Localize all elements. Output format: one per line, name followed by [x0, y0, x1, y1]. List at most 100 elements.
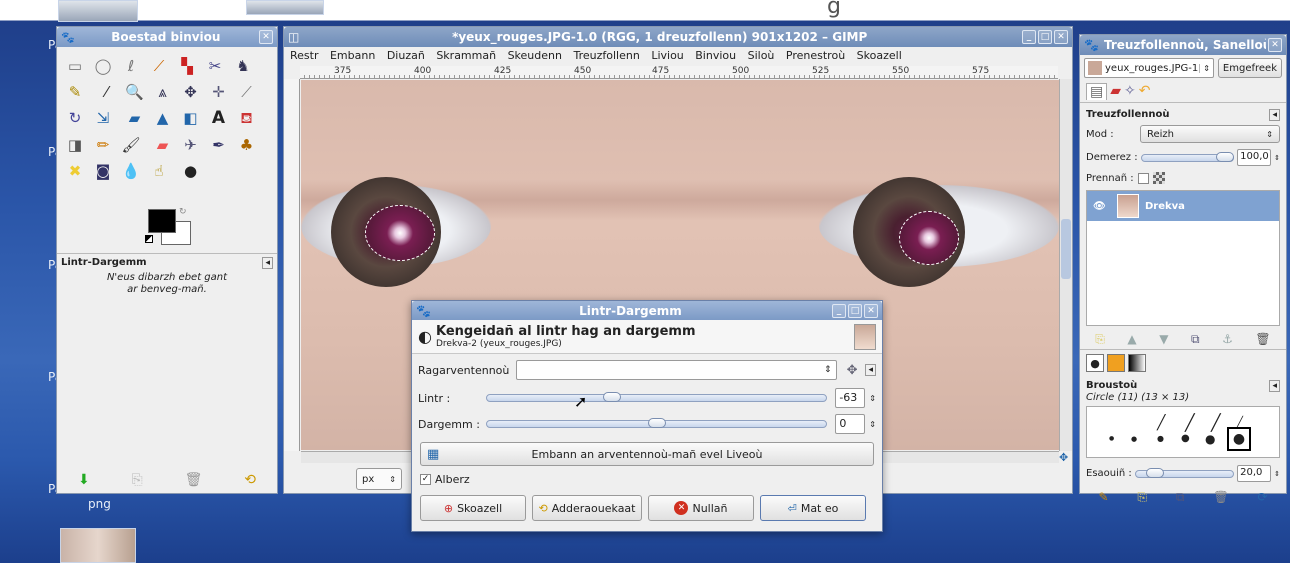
- spacing-input[interactable]: 20,0: [1237, 465, 1272, 482]
- close-icon[interactable]: ✕: [864, 303, 878, 318]
- brightness-slider[interactable]: [485, 392, 828, 402]
- blur-icon[interactable]: 💧: [121, 162, 141, 180]
- spin-icon[interactable]: ⇕: [1274, 154, 1280, 162]
- desktop-thumbnail[interactable]: [60, 528, 136, 563]
- vertical-scrollbar[interactable]: [1059, 79, 1072, 451]
- foreground-select-icon[interactable]: ♞: [233, 57, 253, 75]
- swap-colors-icon[interactable]: ↻: [179, 207, 187, 217]
- unit-select[interactable]: px ⇕: [356, 468, 402, 490]
- tab-layers[interactable]: ▤: [1086, 83, 1108, 100]
- navigate-icon[interactable]: ✥: [1059, 451, 1068, 464]
- contrast-input[interactable]: 0: [835, 414, 866, 434]
- text-icon[interactable]: A: [209, 108, 229, 128]
- menu-windows[interactable]: Prenestroù: [786, 49, 845, 62]
- brush-swatch[interactable]: ●: [1157, 434, 1164, 443]
- brightness-knob[interactable]: [603, 392, 622, 402]
- cancel-button[interactable]: ✕ Nullañ: [648, 495, 754, 521]
- spin-icon[interactable]: ⇕: [869, 420, 876, 429]
- brush-swatch-selected[interactable]: ●: [1227, 427, 1251, 451]
- opacity-knob[interactable]: [1216, 151, 1235, 162]
- mode-select[interactable]: Reizh ⇕: [1140, 125, 1280, 143]
- reset-options-icon[interactable]: ⟲: [244, 472, 256, 488]
- rotate-icon[interactable]: ↻: [65, 109, 85, 127]
- horizontal-ruler[interactable]: 375 400 425 450 475 500 525 550 575: [300, 66, 1058, 79]
- menu-edit[interactable]: Embann: [330, 49, 375, 62]
- ok-button[interactable]: ⏎ Mat eo: [760, 495, 866, 521]
- presets-combo[interactable]: ⇕: [516, 360, 837, 380]
- desktop-label-png[interactable]: png: [88, 497, 111, 511]
- new-brush-icon[interactable]: ⎘: [1137, 490, 1147, 505]
- desktop-thumbnail[interactable]: [246, 0, 324, 15]
- tab-paths[interactable]: ✧: [1124, 83, 1136, 100]
- rect-select-icon[interactable]: ▭: [65, 57, 85, 75]
- duplicate-brush-icon[interactable]: ⧉: [1176, 490, 1185, 505]
- menu-file[interactable]: Restr: [290, 49, 318, 62]
- contrast-slider[interactable]: [485, 418, 828, 428]
- menu-colors[interactable]: Liviou: [651, 49, 683, 62]
- maximize-icon[interactable]: □: [1038, 30, 1052, 44]
- minimize-icon[interactable]: _: [1022, 30, 1036, 44]
- tab-gradients[interactable]: [1128, 354, 1146, 372]
- color-picker-icon[interactable]: ⁄: [97, 83, 117, 101]
- brush-swatch[interactable]: ●: [1181, 433, 1190, 444]
- paths-icon[interactable]: ✎: [65, 83, 85, 101]
- raise-layer-icon[interactable]: ▲: [1127, 332, 1136, 347]
- airbrush-icon[interactable]: ✈: [181, 136, 201, 154]
- brush-swatch[interactable]: ●: [1109, 435, 1114, 442]
- menu-view[interactable]: Skrammañ: [436, 49, 496, 62]
- eraser-icon[interactable]: ▰: [153, 136, 173, 154]
- menu-image[interactable]: Skeudenn: [508, 49, 562, 62]
- opacity-input[interactable]: 100,0: [1237, 149, 1272, 166]
- scroll-thumb[interactable]: [1061, 219, 1071, 279]
- maximize-icon[interactable]: □: [848, 303, 862, 318]
- delete-options-icon[interactable]: 🗑: [185, 472, 203, 488]
- menu-tools[interactable]: Binviou: [695, 49, 736, 62]
- brush-swatch[interactable]: ●: [1131, 435, 1137, 443]
- scale-icon[interactable]: ⇲: [93, 109, 113, 127]
- toolbox-titlebar[interactable]: 🐾 Boestad binviou ✕: [57, 27, 277, 47]
- left-pupil-selection[interactable]: [365, 205, 435, 261]
- default-colors-icon[interactable]: [145, 235, 153, 243]
- lasso-icon[interactable]: ℓ: [121, 57, 141, 75]
- perspective-icon[interactable]: ▲: [153, 109, 173, 127]
- layer-row[interactable]: 👁 Drekva: [1087, 191, 1279, 221]
- shear-icon[interactable]: ▰: [125, 109, 145, 127]
- vertical-ruler[interactable]: [284, 79, 300, 451]
- color-select-icon[interactable]: ▚: [177, 57, 197, 75]
- perspective-clone-icon[interactable]: ◙: [93, 162, 113, 180]
- lower-layer-icon[interactable]: ▼: [1159, 332, 1168, 347]
- panel-menu-icon[interactable]: ◂: [1269, 109, 1280, 121]
- brush-grid[interactable]: ╱ ╱ ╱ ╱ ● ● ● ● ● ●: [1086, 406, 1280, 458]
- edit-brush-icon[interactable]: ✎: [1098, 490, 1108, 505]
- lock-checkbox[interactable]: [1137, 172, 1149, 184]
- menu-layer[interactable]: Treuzfollenn: [573, 49, 639, 62]
- add-preset-icon[interactable]: ✥: [847, 363, 858, 378]
- close-icon[interactable]: ✕: [1054, 30, 1068, 44]
- brightness-input[interactable]: -63: [835, 388, 866, 408]
- close-icon[interactable]: ✕: [1268, 38, 1282, 52]
- brush-swatch[interactable]: ╱: [1185, 413, 1195, 432]
- menu-select[interactable]: Diuzañ: [387, 49, 425, 62]
- brush-swatch[interactable]: ╱: [1157, 415, 1165, 431]
- blend-icon[interactable]: ◨: [65, 136, 85, 154]
- layers-dock-titlebar[interactable]: 🐾 Treuzfollennoù, Sanelloù, ... ✕: [1080, 35, 1286, 55]
- eye-icon[interactable]: 👁: [1093, 201, 1111, 212]
- panel-menu-icon[interactable]: ◂: [262, 257, 273, 269]
- tab-undo[interactable]: ↶: [1139, 83, 1151, 100]
- dodge-burn-icon[interactable]: ●: [181, 162, 201, 180]
- scissors-icon[interactable]: ✂: [205, 57, 225, 75]
- duplicate-layer-icon[interactable]: ⧉: [1191, 332, 1200, 347]
- minimize-icon[interactable]: _: [832, 303, 846, 318]
- smudge-icon[interactable]: ☝: [149, 162, 169, 180]
- tab-brushes[interactable]: ●: [1086, 354, 1104, 372]
- foreground-color[interactable]: [148, 209, 176, 233]
- brush-swatch[interactable]: ╱: [1211, 413, 1221, 432]
- ellipse-select-icon[interactable]: ◯: [93, 57, 113, 75]
- contrast-knob[interactable]: [647, 418, 666, 428]
- heal-icon[interactable]: ✖: [65, 162, 85, 180]
- zoom-icon[interactable]: 🔍: [125, 83, 145, 101]
- flip-icon[interactable]: ◧: [181, 109, 201, 127]
- delete-layer-icon[interactable]: 🗑: [1255, 332, 1270, 347]
- auto-button[interactable]: Emgefreek: [1217, 58, 1282, 78]
- panel-menu-icon[interactable]: ◂: [1269, 380, 1280, 392]
